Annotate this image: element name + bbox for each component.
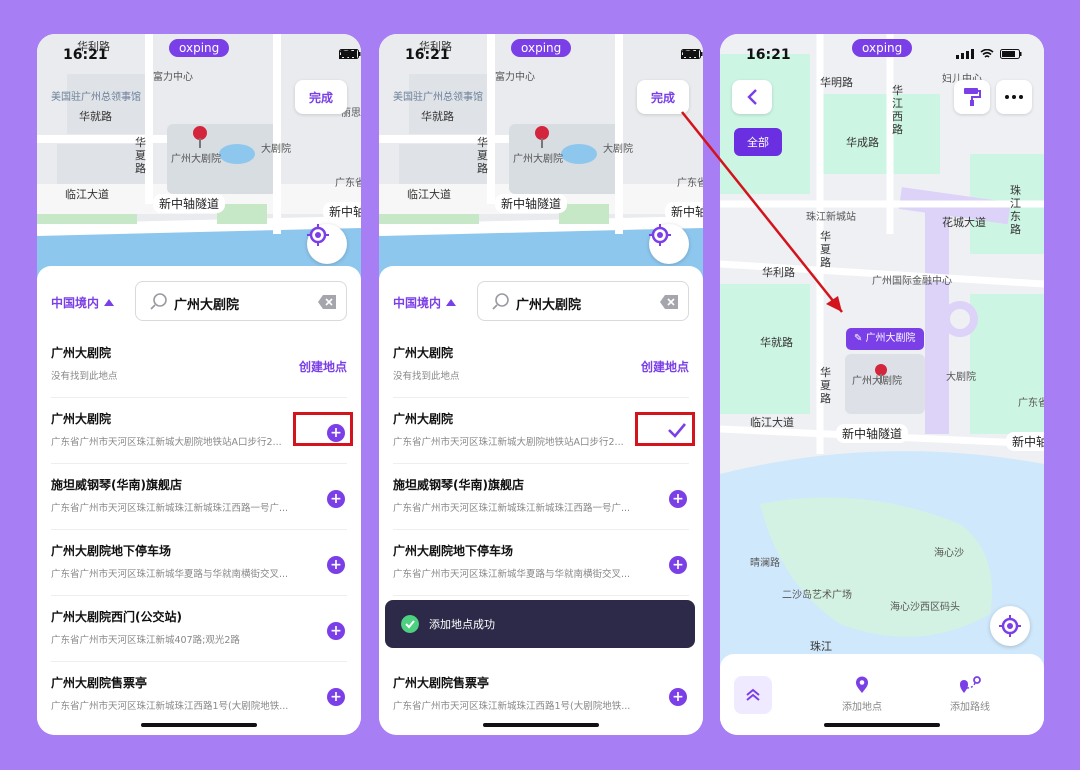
annotation-arrow — [681, 111, 843, 313]
